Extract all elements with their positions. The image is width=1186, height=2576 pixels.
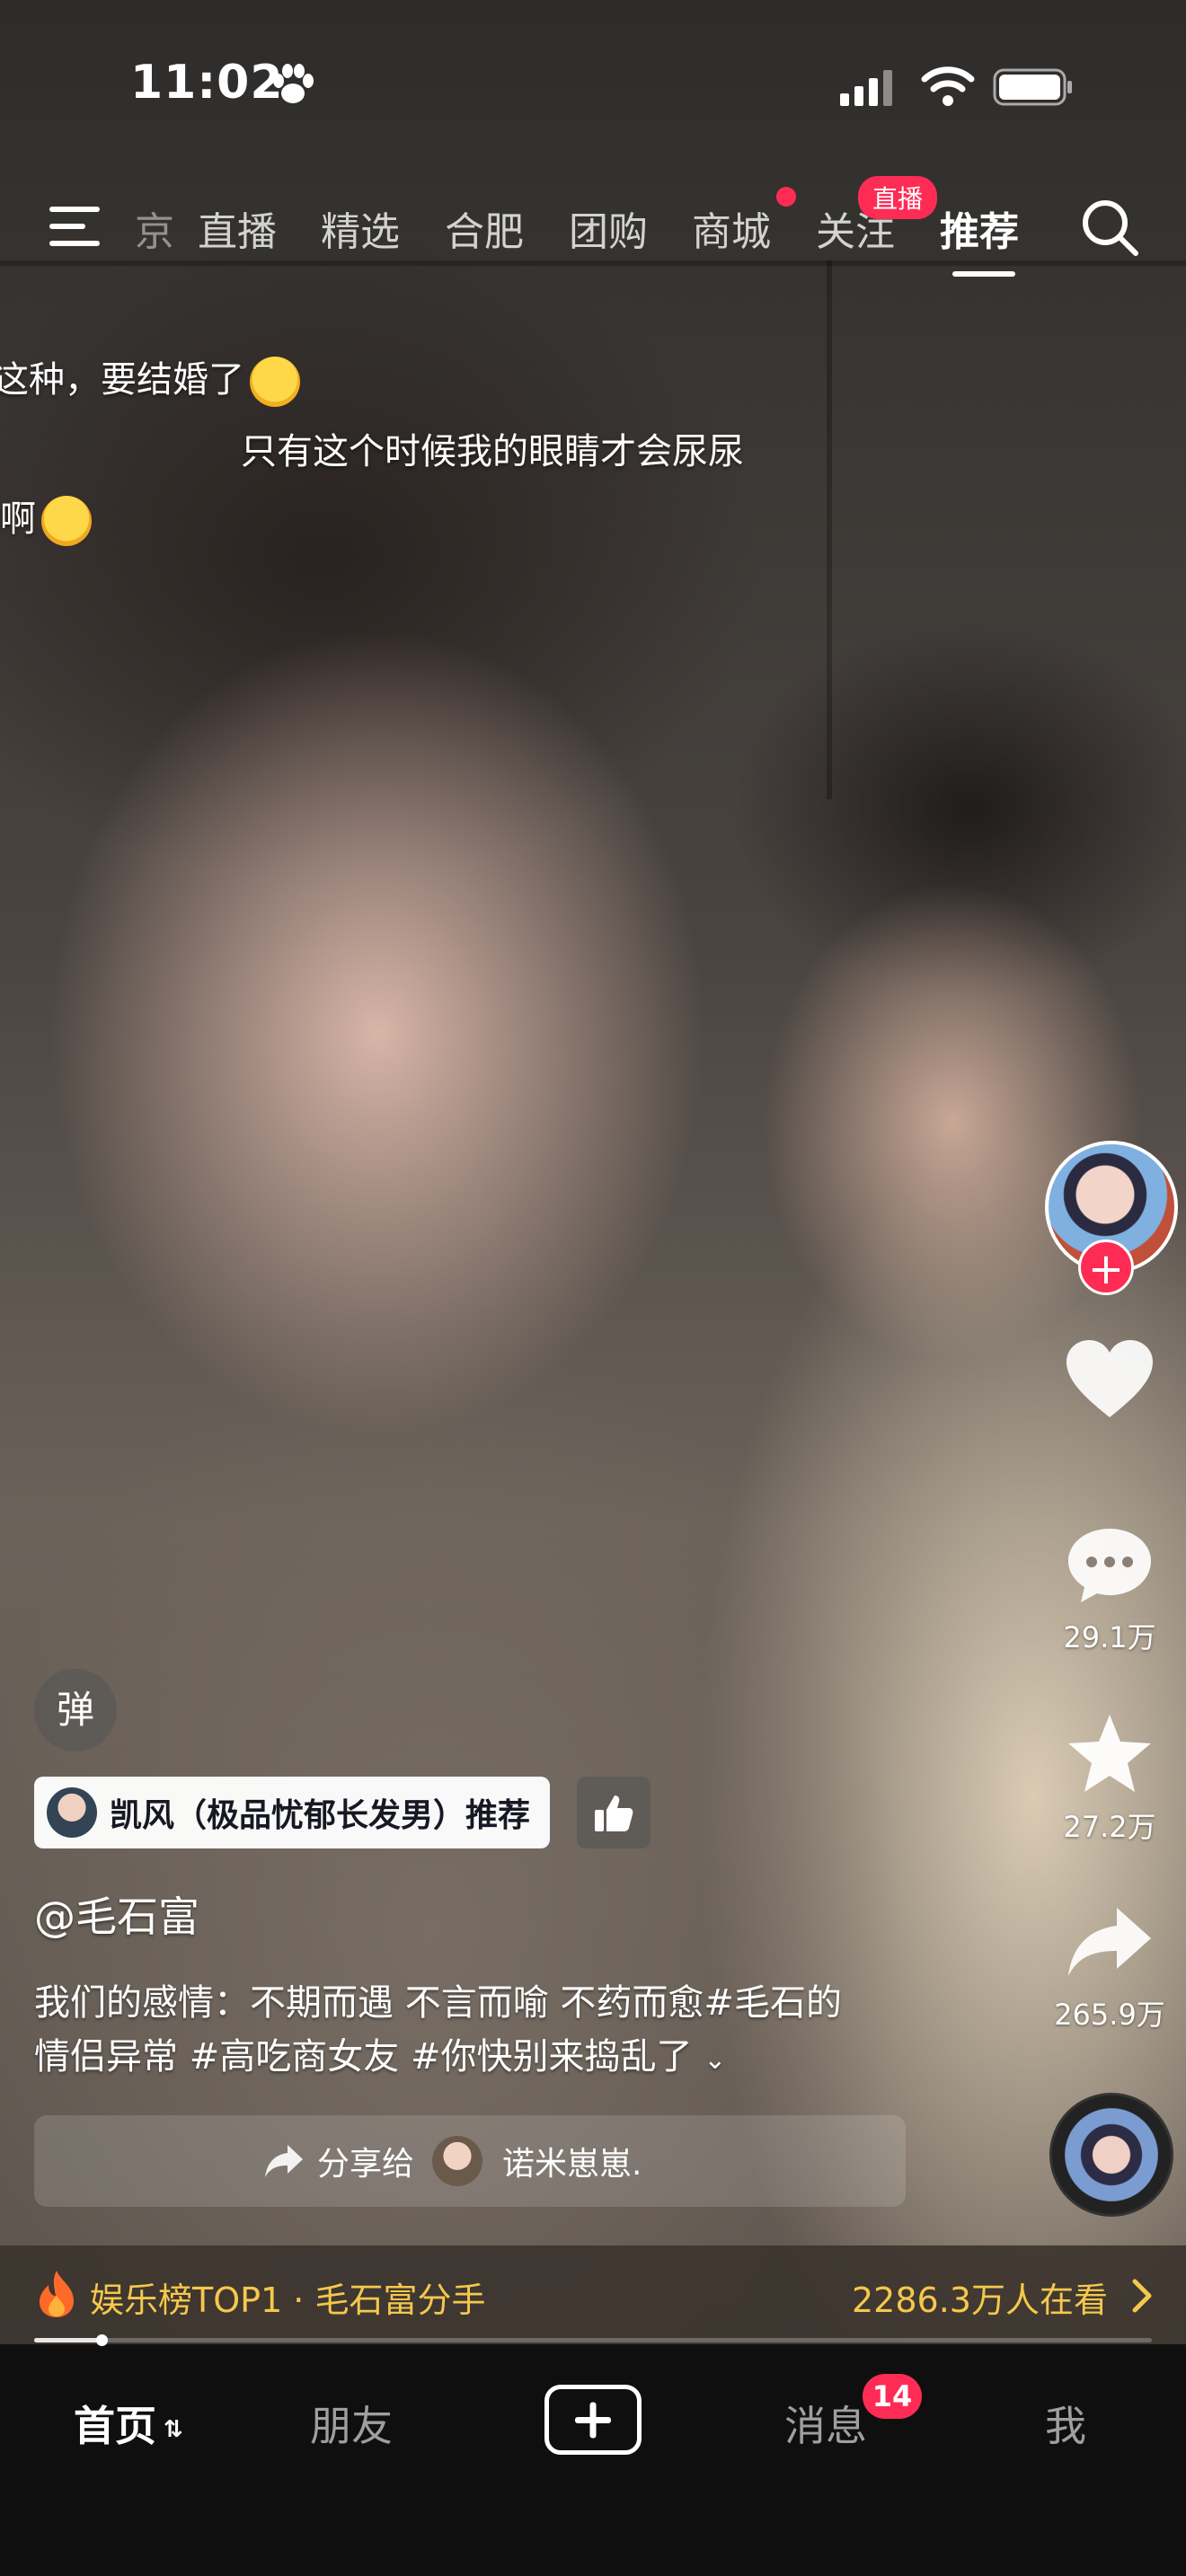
nav-home[interactable]: 首页 ⇅ [74, 2394, 183, 2453]
messages-badge: 14 [863, 2374, 922, 2419]
create-post-button[interactable] [544, 2385, 642, 2455]
caption-line-2-text: 情侣异常 #高吃商女友 #你快别来捣乱了 [34, 2036, 693, 2078]
battery-icon [993, 68, 1072, 106]
author-handle[interactable]: @毛石富 [34, 1884, 199, 1944]
status-bar: 11:02 [0, 0, 1186, 171]
share-button[interactable]: 265.9万 [1047, 1902, 1173, 2033]
wifi-icon [921, 66, 975, 106]
menu-icon[interactable] [49, 205, 105, 248]
viewer-count: 2286.3万人在看 [852, 2280, 1108, 2320]
danmu-text: 啊 [0, 498, 36, 540]
share-inner: 分享给 诺米崽崽. [263, 2115, 642, 2207]
chevron-right-icon [1132, 2279, 1152, 2313]
fire-icon [40, 2271, 74, 2317]
share-arrow-icon [1068, 1908, 1151, 1976]
progress-knob[interactable] [95, 2334, 108, 2346]
hot-list-title: 娱乐榜TOP1 · 毛石富分手 [90, 2280, 486, 2320]
tab-recommend[interactable]: 推荐 [940, 199, 1019, 257]
nav-me[interactable]: 我 [1045, 2394, 1086, 2453]
refresh-toggle-icon: ⇅ [164, 2415, 183, 2443]
expand-chevron-icon[interactable]: ⌄ [704, 2044, 726, 2076]
tab-mall[interactable]: 商城 [692, 199, 771, 257]
flushed-emoji-icon [250, 357, 300, 407]
nav-messages[interactable]: 消息 [784, 2394, 867, 2453]
recommender-pill[interactable]: 凯风（极品忧郁长发男）推荐 [34, 1777, 551, 1848]
thumbs-up-button[interactable] [577, 1777, 651, 1848]
live-badge: 直播 [858, 176, 938, 219]
friend-avatar [432, 2136, 483, 2186]
share-prefix: 分享给 [317, 2146, 415, 2183]
caption-line-1: 我们的感情：不期而遇 不言而喻 不药而愈#毛石的 [34, 1982, 842, 2024]
friend-name: 诺米崽崽. [502, 2146, 642, 2183]
thumbs-up-icon [595, 1795, 633, 1831]
tab-jing[interactable]: 京 [135, 199, 174, 257]
share-count: 265.9万 [1054, 1998, 1165, 2032]
heart-icon [1067, 1340, 1153, 1417]
nav-home-label: 首页 [74, 2402, 156, 2450]
background-divider [827, 260, 832, 799]
tab-hefei[interactable]: 合肥 [445, 199, 524, 257]
mall-notification-dot [776, 187, 796, 207]
danmu-toggle-button[interactable]: 弹 [34, 1669, 117, 1751]
tab-live[interactable]: 直播 [198, 199, 277, 257]
search-icon[interactable] [1078, 196, 1141, 259]
danmu-comment: 啊 [0, 490, 92, 546]
hot-list-bar[interactable]: 娱乐榜TOP1 · 毛石富分手 2286.3万人在看 [0, 2245, 1186, 2344]
favorite-count: 27.2万 [1063, 1810, 1156, 1844]
share-small-icon [265, 2145, 303, 2177]
paw-icon [273, 64, 314, 103]
progress-fill [34, 2338, 102, 2342]
comment-count: 29.1万 [1063, 1620, 1156, 1654]
top-nav: 京 直播 精选 合肥 团购 商城 关注 推荐 [0, 180, 1186, 278]
plus-icon [575, 2402, 611, 2439]
active-tab-indicator [952, 271, 1015, 277]
comment-icon [1068, 1529, 1151, 1602]
bottom-nav: 首页 ⇅ 朋友 消息 14 我 [0, 2349, 1186, 2576]
share-to-friend-bar[interactable]: 分享给 诺米崽崽. [34, 2115, 906, 2207]
status-time: 11:02 [130, 56, 284, 110]
nav-friends[interactable]: 朋友 [310, 2394, 393, 2453]
caption-line-2: 情侣异常 #高吃商女友 #你快别来捣乱了 ⌄ [34, 2030, 951, 2087]
video-progress-bar[interactable] [34, 2334, 1152, 2346]
like-button[interactable] [1047, 1338, 1173, 1430]
star-icon [1068, 1715, 1151, 1792]
signal-icon [840, 70, 892, 106]
tab-featured[interactable]: 精选 [321, 199, 400, 257]
comment-button[interactable]: 29.1万 [1047, 1525, 1173, 1656]
music-disc[interactable] [1049, 2093, 1173, 2217]
recommender-text: 凯风（极品忧郁长发男）推荐 [110, 1797, 531, 1834]
crying-emoji-icon [41, 496, 92, 546]
danmu-text: 这种，要结婚了 [0, 359, 244, 401]
danmu-comment: 这种，要结婚了 [0, 350, 300, 407]
tab-groupbuy[interactable]: 团购 [569, 199, 648, 257]
danmu-comment: 只有这个时候我的眼睛才会尿尿 [241, 431, 744, 472]
favorite-button[interactable]: 27.2万 [1047, 1711, 1173, 1846]
recommender-avatar [47, 1787, 97, 1838]
video-caption[interactable]: 我们的感情：不期而遇 不言而喻 不药而愈#毛石的 情侣异常 #高吃商女友 #你快… [34, 1976, 951, 2087]
follow-plus-button[interactable]: + [1078, 1239, 1134, 1295]
